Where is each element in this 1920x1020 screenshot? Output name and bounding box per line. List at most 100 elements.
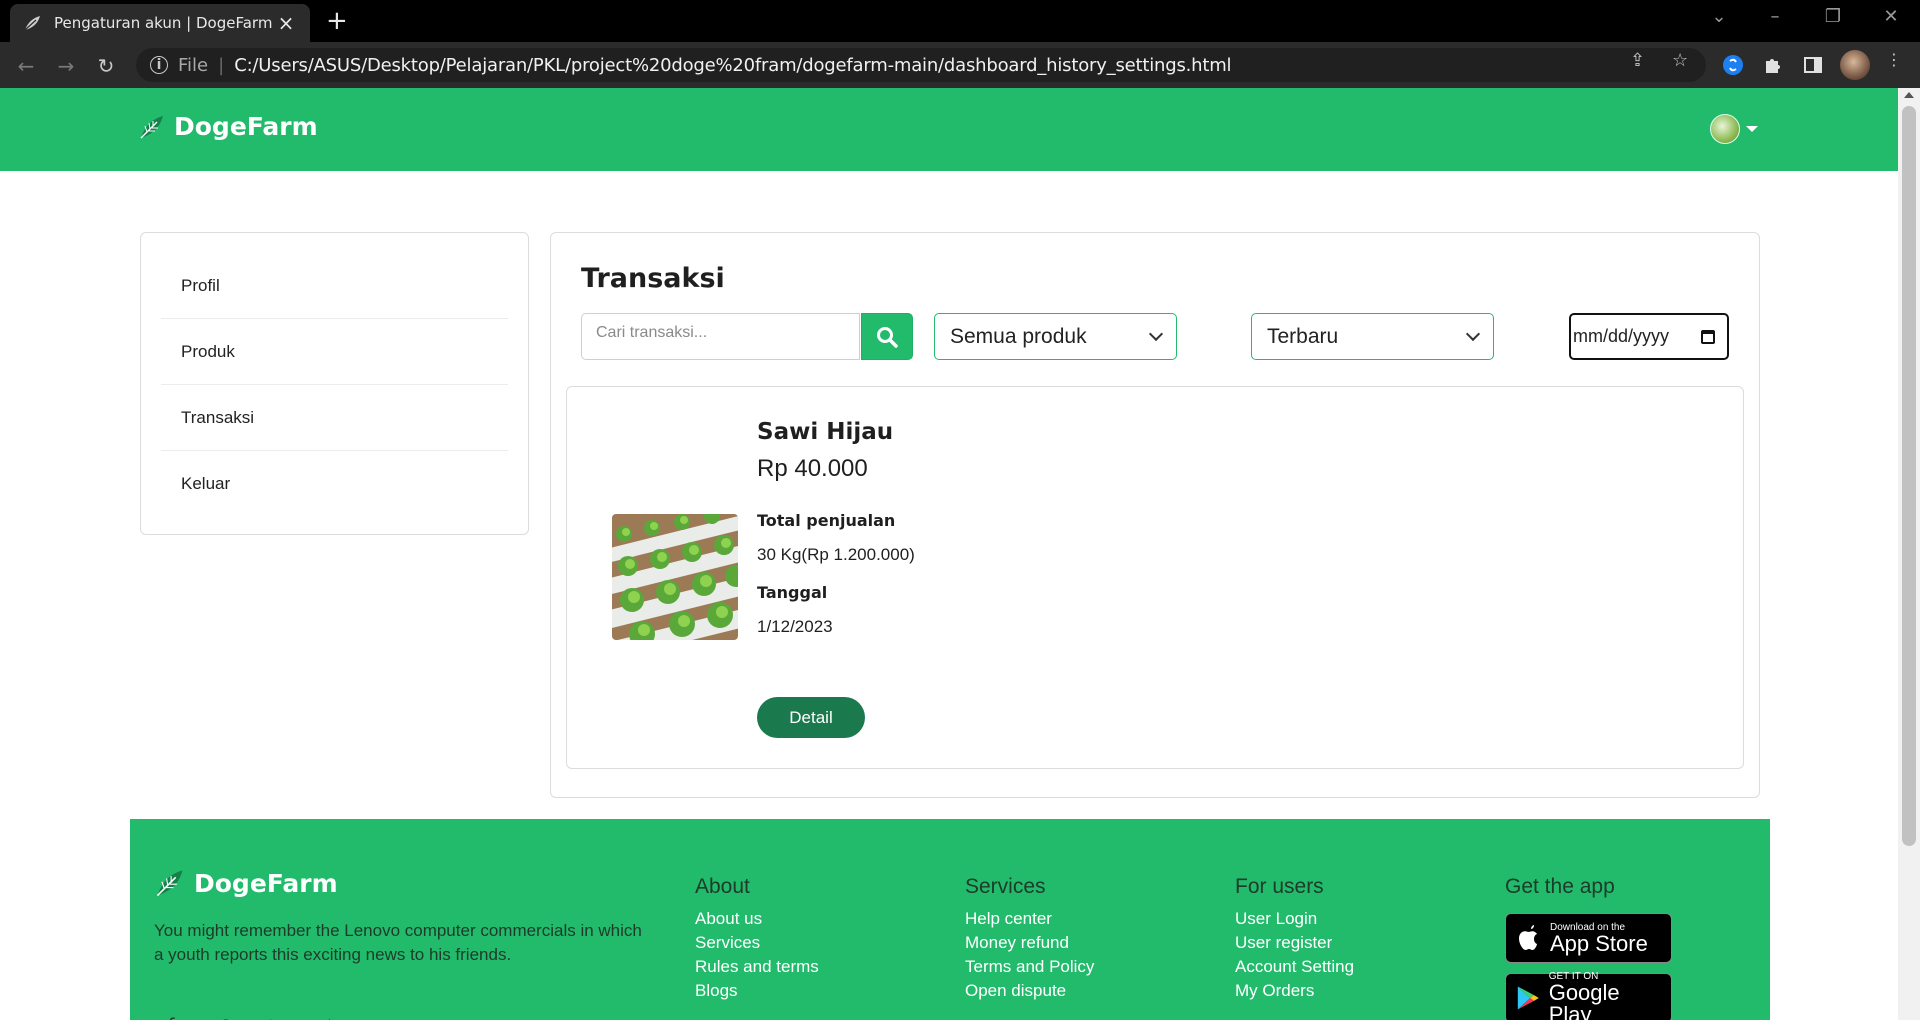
browser-tab-bar: Pengaturan akun | DogeFarm × + ⌄ – ❐ ✕ (0, 0, 1920, 42)
app-store-button[interactable]: Download on the App Store (1505, 913, 1672, 963)
address-bar: ← → ↻ i File | C:/Users/ASUS/Desktop/Pel… (0, 42, 1920, 88)
tab-search-icon[interactable]: ⌄ (1704, 6, 1734, 27)
page-title: Transaksi (581, 263, 725, 294)
footer-link-account-setting[interactable]: Account Setting (1235, 955, 1354, 979)
browser-tab[interactable]: Pengaturan akun | DogeFarm × (10, 4, 310, 42)
leaf-logo-icon (156, 870, 183, 897)
footer-link-services[interactable]: Services (695, 931, 819, 955)
browser-menu-icon[interactable]: ⋮ (1886, 50, 1902, 69)
youtube-icon[interactable]: ▶ (270, 1015, 284, 1020)
footer-link-money-refund[interactable]: Money refund (965, 931, 1094, 955)
search-icon (877, 326, 898, 348)
tab-close-icon[interactable]: × (274, 11, 298, 35)
product-image (612, 514, 738, 640)
calendar-icon[interactable] (1701, 329, 1715, 344)
total-sales-value: 30 Kg(Rp 1.200.000) (757, 545, 915, 564)
google-play-icon (1517, 986, 1539, 1010)
footer-link-terms-policy[interactable]: Terms and Policy (965, 955, 1094, 979)
footer-brand-name: DogeFarm (194, 868, 338, 898)
google-play-big: Google Play (1548, 979, 1620, 1020)
site-footer: DogeFarm You might remember the Lenovo c… (130, 819, 1770, 1020)
sidebar-item-profil[interactable]: Profil (161, 253, 508, 319)
footer-link-my-orders[interactable]: My Orders (1235, 979, 1354, 1003)
sort-filter-select[interactable]: Terbaru (1251, 313, 1494, 360)
chevron-down-icon (1148, 326, 1164, 341)
date-label: Tanggal (757, 583, 828, 602)
restore-icon[interactable]: ❐ (1818, 6, 1848, 27)
site-navbar: DogeFarm (0, 88, 1898, 171)
app-store-big: App Store (1550, 930, 1648, 956)
extensions-puzzle-icon[interactable] (1760, 52, 1786, 78)
facebook-icon[interactable]: f (168, 1015, 174, 1020)
lettuce-hydroponic-image (612, 514, 738, 640)
leaf-logo-icon (140, 115, 163, 138)
footer-link-user-login[interactable]: User Login (1235, 907, 1354, 931)
footer-heading: For users (1235, 875, 1324, 898)
brand-logo[interactable]: DogeFarm (138, 112, 318, 141)
url-scheme: File (178, 54, 209, 76)
user-menu[interactable] (1710, 114, 1758, 144)
sidebar-item-produk[interactable]: Produk (161, 319, 508, 385)
footer-col-users: For users User Login User register Accou… (1235, 875, 1354, 1003)
google-play-button[interactable]: GET IT ON Google Play (1505, 971, 1672, 1020)
reload-icon[interactable]: ↻ (92, 52, 120, 80)
footer-heading: Services (965, 875, 1046, 898)
total-sales-label: Total penjualan (757, 511, 896, 530)
transaction-card: Sawi Hijau Rp 40.000 Total penjualan 30 … (566, 386, 1744, 769)
url-text[interactable]: C:/Users/ASUS/Desktop/Pelajaran/PKL/proj… (234, 55, 1231, 76)
footer-link-blogs[interactable]: Blogs (695, 979, 819, 1003)
product-price: Rp 40.000 (757, 455, 868, 482)
footer-link-rules[interactable]: Rules and terms (695, 955, 819, 979)
page-scrollbar[interactable] (1898, 88, 1920, 1020)
web-page: DogeFarm Profil Produk Transaksi Keluar … (0, 88, 1898, 1020)
product-filter-value: Semua produk (950, 324, 1087, 348)
leaf-favicon-icon (24, 16, 40, 31)
footer-link-about-us[interactable]: About us (695, 907, 819, 931)
side-panel-icon[interactable] (1800, 52, 1826, 78)
sidebar-item-transaksi[interactable]: Transaksi (161, 385, 508, 451)
search-input[interactable] (581, 313, 860, 360)
twitter-icon[interactable]: ✦ (322, 1015, 337, 1020)
share-icon[interactable]: ⇪ (1630, 50, 1645, 71)
instagram-icon[interactable]: ◎ (218, 1015, 234, 1020)
date-value: 1/12/2023 (757, 617, 833, 636)
scroll-up-icon[interactable] (1904, 92, 1914, 98)
footer-col-about: About About us Services Rules and terms … (695, 875, 819, 1003)
product-filter-select[interactable]: Semua produk (934, 313, 1177, 360)
apple-icon (1519, 925, 1537, 950)
detail-button[interactable]: Detail (757, 697, 865, 738)
footer-heading: Get the app (1505, 875, 1615, 898)
profile-avatar-icon[interactable] (1840, 50, 1870, 80)
new-tab-icon[interactable]: + (326, 8, 348, 34)
omnibox[interactable]: i File | C:/Users/ASUS/Desktop/Pelajaran… (136, 48, 1706, 82)
app-store-text: Download on the App Store (1550, 922, 1648, 955)
search-button[interactable] (861, 313, 913, 360)
shazam-extension-icon[interactable] (1720, 52, 1746, 78)
avatar[interactable] (1710, 114, 1740, 144)
footer-heading: About (695, 875, 750, 898)
footer-link-user-register[interactable]: User register (1235, 931, 1354, 955)
bookmark-star-icon[interactable]: ☆ (1672, 50, 1688, 71)
footer-link-open-dispute[interactable]: Open dispute (965, 979, 1094, 1003)
google-play-text: GET IT ON Google Play (1549, 971, 1663, 1020)
chevron-down-icon (1465, 326, 1481, 341)
transactions-panel: Transaksi Semua produk Terbaru mm/dd/yyy… (550, 232, 1760, 798)
footer-col-services: Services Help center Money refund Terms … (965, 875, 1094, 1003)
site-info-icon[interactable]: i (150, 56, 168, 74)
footer-brand-logo[interactable]: DogeFarm (154, 867, 338, 899)
brand-name: DogeFarm (174, 112, 318, 141)
footer-description: You might remember the Lenovo computer c… (154, 921, 642, 964)
forward-icon[interactable]: → (52, 52, 80, 80)
footer-link-help-center[interactable]: Help center (965, 907, 1094, 931)
tab-title: Pengaturan akun | DogeFarm (54, 14, 273, 32)
caret-down-icon[interactable] (1746, 126, 1758, 132)
window-close-icon[interactable]: ✕ (1876, 6, 1906, 27)
date-filter-placeholder: mm/dd/yyyy (1573, 326, 1670, 346)
minimize-icon[interactable]: – (1760, 6, 1790, 27)
back-icon[interactable]: ← (12, 52, 40, 80)
url-separator: | (218, 54, 225, 76)
scrollbar-thumb[interactable] (1902, 106, 1916, 846)
date-filter-input[interactable]: mm/dd/yyyy (1569, 313, 1729, 360)
product-name: Sawi Hijau (757, 419, 894, 445)
sidebar-item-keluar[interactable]: Keluar (161, 451, 508, 517)
